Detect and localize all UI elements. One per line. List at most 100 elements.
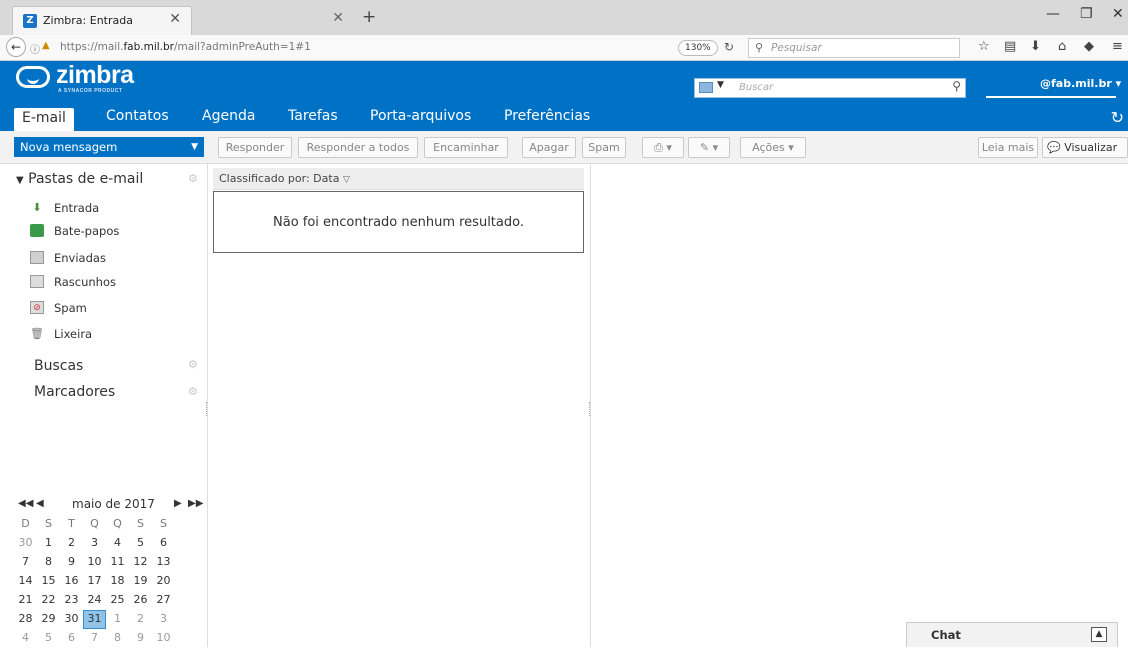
- gear-icon[interactable]: ⚙: [188, 358, 198, 371]
- calendar-day[interactable]: 4: [14, 629, 37, 648]
- calendar-day[interactable]: 30: [14, 534, 37, 553]
- download-icon[interactable]: ⬇: [1030, 39, 1041, 54]
- mail-type-icon[interactable]: [699, 82, 713, 93]
- calendar-day[interactable]: 2: [60, 534, 83, 553]
- calendar-day[interactable]: 14: [14, 572, 37, 591]
- home-icon[interactable]: ⌂: [1058, 39, 1066, 54]
- tab-contacts[interactable]: Contatos: [106, 108, 169, 124]
- tag-menu-button[interactable]: ✎ ▾: [688, 137, 730, 158]
- info-icon[interactable]: ⓘ: [30, 41, 40, 56]
- close-tab-icon[interactable]: ✕: [169, 11, 181, 27]
- tab-calendar[interactable]: Agenda: [202, 108, 255, 124]
- new-tab-icon[interactable]: +: [362, 7, 376, 27]
- calendar-day[interactable]: 21: [14, 591, 37, 610]
- menu-icon[interactable]: ≡: [1112, 39, 1123, 54]
- calendar-day[interactable]: 3: [83, 534, 106, 553]
- calendar-day-today[interactable]: 31: [83, 610, 106, 629]
- zoom-indicator[interactable]: 130%: [678, 40, 718, 56]
- close-window-icon[interactable]: ✕: [1112, 6, 1124, 22]
- address-bar[interactable]: https://mail.fab.mil.br/mail?adminPreAut…: [60, 41, 311, 53]
- folders-header[interactable]: ▼ Pastas de e-mail: [16, 171, 143, 187]
- calendar-day[interactable]: 1: [37, 534, 60, 553]
- read-more-button[interactable]: Leia mais: [978, 137, 1038, 158]
- chevron-down-icon[interactable]: ▼: [717, 80, 724, 90]
- sort-header[interactable]: Classificado por: Data ▽: [213, 168, 584, 190]
- bookmark-star-icon[interactable]: ☆: [978, 39, 990, 54]
- spam-button[interactable]: Spam: [582, 137, 626, 158]
- prev-month-icon[interactable]: ◀: [36, 498, 44, 509]
- refresh-icon[interactable]: ↻: [1111, 108, 1124, 127]
- calendar-day[interactable]: 27: [152, 591, 175, 610]
- calendar-day[interactable]: 28: [14, 610, 37, 629]
- back-icon[interactable]: ←: [6, 37, 26, 57]
- delete-button[interactable]: Apagar: [522, 137, 576, 158]
- tab-email[interactable]: E-mail: [14, 108, 74, 131]
- calendar-title[interactable]: maio de 2017: [72, 497, 155, 511]
- zimbra-search-input[interactable]: ▼ Buscar ⚲: [694, 78, 966, 98]
- chat-panel[interactable]: Chat ▲: [906, 622, 1118, 647]
- searches-header[interactable]: Buscas: [34, 358, 83, 374]
- sort-direction-icon[interactable]: ▽: [343, 175, 350, 185]
- calendar-day[interactable]: 6: [60, 629, 83, 648]
- calendar-day[interactable]: 3: [152, 610, 175, 629]
- gear-icon[interactable]: ⚙: [188, 172, 198, 185]
- calendar-day[interactable]: 30: [60, 610, 83, 629]
- next-month-icon[interactable]: ▶: [174, 498, 182, 509]
- calendar-day[interactable]: 8: [37, 553, 60, 572]
- calendar-day[interactable]: 18: [106, 572, 129, 591]
- calendar-day[interactable]: 15: [37, 572, 60, 591]
- calendar-day[interactable]: 16: [60, 572, 83, 591]
- tab-tasks[interactable]: Tarefas: [288, 108, 338, 124]
- minimize-icon[interactable]: —: [1046, 6, 1060, 22]
- calendar-day[interactable]: 9: [60, 553, 83, 572]
- reply-button[interactable]: Responder: [218, 137, 292, 158]
- calendar-day[interactable]: 19: [129, 572, 152, 591]
- prev-year-icon[interactable]: ◀◀: [18, 498, 33, 509]
- reply-all-button[interactable]: Responder a todos: [298, 137, 418, 158]
- close-tab-icon[interactable]: ✕: [332, 10, 344, 26]
- reading-list-icon[interactable]: ▤: [1004, 39, 1016, 54]
- print-menu-button[interactable]: ⎙ ▾: [642, 137, 684, 158]
- browser-tab[interactable]: Z Zimbra: Entrada ✕: [12, 6, 192, 35]
- restore-icon[interactable]: ❐: [1080, 6, 1093, 22]
- calendar-day[interactable]: 13: [152, 553, 175, 572]
- calendar-day[interactable]: 9: [129, 629, 152, 648]
- tab-preferences[interactable]: Preferências: [504, 108, 590, 124]
- calendar-day[interactable]: 25: [106, 591, 129, 610]
- calendar-day[interactable]: 24: [83, 591, 106, 610]
- calendar-day[interactable]: 17: [83, 572, 106, 591]
- search-icon[interactable]: ⚲: [952, 79, 961, 93]
- gear-icon[interactable]: ⚙: [188, 385, 198, 398]
- calendar-day[interactable]: 7: [14, 553, 37, 572]
- new-message-button[interactable]: Nova mensagem ▼: [14, 137, 204, 157]
- browser-tab-empty[interactable]: ✕: [192, 6, 352, 35]
- view-menu-button[interactable]: 💬 Visualizar: [1042, 137, 1128, 158]
- drag-handle-icon[interactable]: [206, 402, 208, 416]
- tab-briefcase[interactable]: Porta-arquivos: [370, 108, 471, 124]
- reload-icon[interactable]: ↻: [724, 40, 734, 54]
- calendar-day[interactable]: 6: [152, 534, 175, 553]
- calendar-day[interactable]: 11: [106, 553, 129, 572]
- browser-search-input[interactable]: ⚲ Pesquisar: [748, 38, 960, 58]
- next-year-icon[interactable]: ▶▶: [188, 498, 203, 509]
- user-menu[interactable]: @fab.mil.br ▾: [1040, 77, 1121, 90]
- calendar-day[interactable]: 26: [129, 591, 152, 610]
- drag-handle-icon[interactable]: [589, 402, 591, 416]
- expand-icon[interactable]: ▲: [1091, 627, 1107, 642]
- calendar-day[interactable]: 4: [106, 534, 129, 553]
- pocket-icon[interactable]: ◆: [1084, 39, 1094, 54]
- forward-button[interactable]: Encaminhar: [424, 137, 508, 158]
- calendar-day[interactable]: 8: [106, 629, 129, 648]
- chevron-down-icon[interactable]: ▼: [191, 137, 198, 157]
- actions-menu-button[interactable]: Ações ▾: [740, 137, 806, 158]
- calendar-day[interactable]: 20: [152, 572, 175, 591]
- calendar-day[interactable]: 23: [60, 591, 83, 610]
- calendar-day[interactable]: 12: [129, 553, 152, 572]
- calendar-day[interactable]: 2: [129, 610, 152, 629]
- calendar-day[interactable]: 5: [37, 629, 60, 648]
- calendar-day[interactable]: 10: [152, 629, 175, 648]
- calendar-day[interactable]: 1: [106, 610, 129, 629]
- calendar-day[interactable]: 22: [37, 591, 60, 610]
- warning-icon[interactable]: ▲: [42, 40, 50, 51]
- calendar-day[interactable]: 29: [37, 610, 60, 629]
